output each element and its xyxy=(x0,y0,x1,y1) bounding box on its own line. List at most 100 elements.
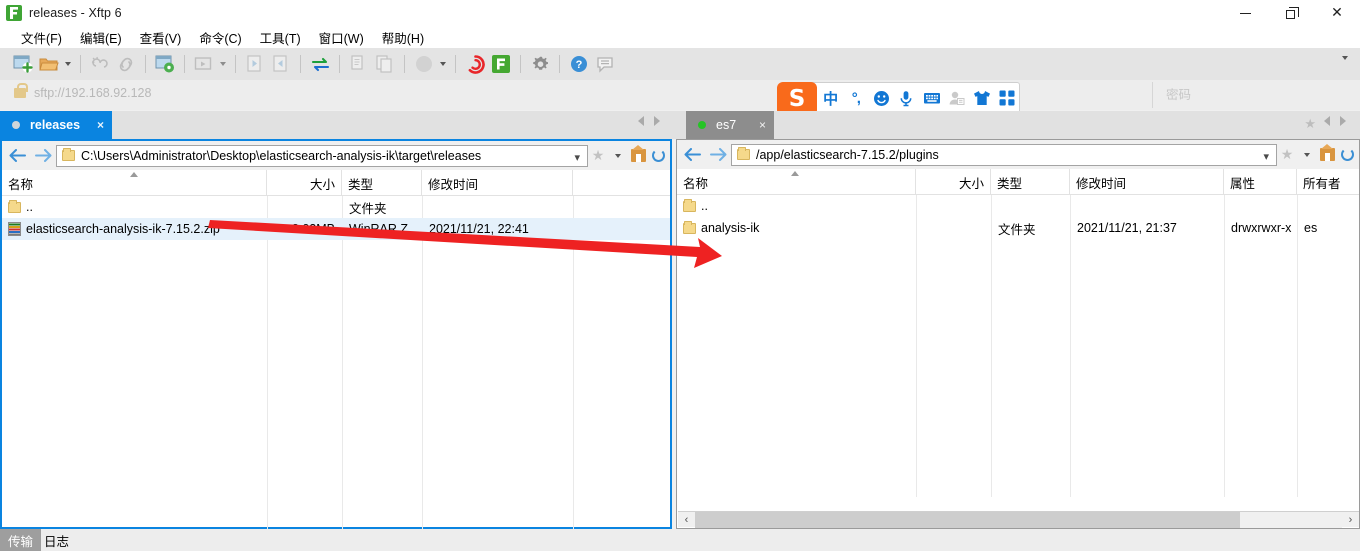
remote-file-panel: /app/elasticsearch-7.15.2/plugins ▾ ★ 名称… xyxy=(676,139,1360,529)
tshirt-icon[interactable] xyxy=(971,85,994,111)
tab-label: es7 xyxy=(716,118,737,132)
row-size-cell xyxy=(916,195,984,217)
grid-divider xyxy=(1070,195,1071,497)
bottom-tab-log[interactable]: 日志 xyxy=(36,529,77,551)
tab-releases[interactable]: releases × xyxy=(0,111,112,139)
remote-col-modified[interactable]: 修改时间 xyxy=(1070,169,1224,195)
sftp-url[interactable]: sftp://192.168.92.128 xyxy=(34,86,151,100)
close-button[interactable]: ✕ xyxy=(1314,0,1360,26)
transfer-chevron-down-icon[interactable] xyxy=(217,52,229,76)
remote-horizontal-scrollbar[interactable]: ‹ › xyxy=(678,511,1359,528)
menu-view[interactable]: 查看(V) xyxy=(131,26,191,49)
toolbar-separator xyxy=(404,55,405,73)
grid-icon[interactable] xyxy=(996,85,1019,111)
remote-path-input[interactable]: /app/elasticsearch-7.15.2/plugins ▾ xyxy=(731,143,1277,166)
menu-command[interactable]: 命令(C) xyxy=(190,26,250,49)
open-folder-icon[interactable] xyxy=(36,52,62,76)
local-col-size[interactable]: 大小 xyxy=(267,170,342,196)
local-back-icon[interactable] xyxy=(4,143,30,169)
remote-col-name[interactable]: 名称 xyxy=(677,169,916,195)
tab-scroll-right-icon[interactable] xyxy=(654,116,660,126)
remote-col-owner[interactable]: 所有者 xyxy=(1297,169,1359,195)
local-favorite-chevron-down-icon[interactable] xyxy=(608,143,628,169)
emoji-icon[interactable] xyxy=(870,85,893,111)
local-col-name[interactable]: 名称 xyxy=(2,170,267,196)
table-row[interactable]: .. xyxy=(677,195,1359,217)
remote-favorite-icon[interactable]: ★ xyxy=(1277,142,1297,168)
row-size-cell: 8.02MB xyxy=(291,222,335,236)
menu-window[interactable]: 窗口(W) xyxy=(310,26,373,49)
local-path-input[interactable]: C:\Users\Administrator\Desktop\elasticse… xyxy=(56,144,588,167)
menu-tools[interactable]: 工具(T) xyxy=(251,26,310,49)
new-session-icon[interactable] xyxy=(10,52,36,76)
sync-browse-icon[interactable] xyxy=(307,52,333,76)
local-col-type[interactable]: 类型 xyxy=(342,170,422,196)
toolbar-overflow-chevron-down-icon[interactable] xyxy=(1342,56,1348,78)
ime-punctuation-mode-icon[interactable]: °, xyxy=(844,85,867,111)
main-toolbar: ? xyxy=(0,48,1360,80)
sogou-ime-toolbar: S 中 °, xyxy=(777,82,1020,116)
folder-icon xyxy=(62,148,75,161)
menu-file[interactable]: 文件(F) xyxy=(12,26,71,49)
password-input[interactable] xyxy=(1160,82,1360,108)
remote-refresh-icon[interactable] xyxy=(1337,142,1357,168)
help-icon[interactable]: ? xyxy=(566,52,592,76)
xftp-icon[interactable] xyxy=(488,52,514,76)
user-icon[interactable] xyxy=(945,85,968,111)
close-icon: ✕ xyxy=(1331,5,1343,21)
feedback-icon[interactable] xyxy=(592,52,618,76)
toolbar-separator xyxy=(145,55,146,73)
maximize-button[interactable] xyxy=(1268,0,1314,26)
chevron-down-icon[interactable]: ▾ xyxy=(1263,150,1269,163)
row-name-cell: .. xyxy=(677,195,916,217)
table-row[interactable]: .. 文件夹 xyxy=(2,196,670,218)
keyboard-icon[interactable] xyxy=(920,85,943,111)
remote-back-icon[interactable] xyxy=(679,142,705,168)
scroll-left-icon[interactable]: ‹ xyxy=(678,512,695,528)
local-path-bar: C:\Users\Administrator\Desktop\elasticse… xyxy=(2,141,670,170)
microphone-icon[interactable] xyxy=(895,85,918,111)
theme-circle-icon[interactable] xyxy=(411,52,437,76)
open-folder-chevron-down-icon[interactable] xyxy=(62,52,74,76)
remote-favorite-chevron-down-icon[interactable] xyxy=(1297,142,1317,168)
tab-close-icon[interactable]: × xyxy=(759,118,766,132)
remote-col-type[interactable]: 类型 xyxy=(991,169,1070,195)
scrollbar-thumb[interactable] xyxy=(695,511,1240,528)
table-row[interactable]: elasticsearch-analysis-ik-7.15.2.zip 8.0… xyxy=(2,218,670,240)
scrollbar-track[interactable] xyxy=(695,511,1342,528)
menu-help[interactable]: 帮助(H) xyxy=(373,26,433,49)
local-col-modified[interactable]: 修改时间 xyxy=(422,170,573,196)
local-favorite-icon[interactable]: ★ xyxy=(588,143,608,169)
folder-icon xyxy=(737,147,750,160)
tab-scroll-left-icon[interactable] xyxy=(638,116,644,126)
row-modified-cell: 2021/11/21, 22:41 xyxy=(429,222,529,236)
remote-col-attr[interactable]: 属性 xyxy=(1224,169,1297,195)
table-row[interactable]: analysis-ik 文件夹 2021/11/21, 21:37 drwxrw… xyxy=(677,217,1359,239)
local-refresh-icon[interactable] xyxy=(648,143,668,169)
remote-tab-strip: es7 × ★ xyxy=(676,111,1360,139)
local-home-icon[interactable] xyxy=(628,143,648,169)
settings-gear-icon[interactable] xyxy=(527,52,553,76)
local-forward-icon[interactable] xyxy=(30,143,56,169)
tab-scroll-left-icon[interactable] xyxy=(1324,116,1330,126)
scroll-right-icon[interactable]: › xyxy=(1342,512,1359,528)
folder-icon xyxy=(683,220,696,234)
tab-favorite-icon[interactable]: ★ xyxy=(1304,116,1316,132)
xshell-icon[interactable] xyxy=(462,52,488,76)
chevron-down-icon[interactable]: ▾ xyxy=(574,151,580,164)
paste-icon xyxy=(372,52,398,76)
ime-chinese-mode-icon[interactable]: 中 xyxy=(819,85,842,111)
tab-close-icon[interactable]: × xyxy=(97,118,104,132)
toolbar-separator xyxy=(520,55,521,73)
remote-home-icon[interactable] xyxy=(1317,142,1337,168)
remote-forward-icon[interactable] xyxy=(705,142,731,168)
tab-es7[interactable]: es7 × xyxy=(686,111,774,139)
bottom-tab-transfer[interactable]: 传输 xyxy=(0,529,42,551)
remote-col-size[interactable]: 大小 xyxy=(916,169,991,195)
tab-scroll-right-icon[interactable] xyxy=(1340,116,1346,126)
theme-chevron-down-icon[interactable] xyxy=(437,52,449,76)
window-title: releases - Xftp 6 xyxy=(29,6,122,20)
menu-edit[interactable]: 编辑(E) xyxy=(71,26,131,49)
session-properties-icon[interactable] xyxy=(152,52,178,76)
minimize-button[interactable] xyxy=(1222,0,1268,26)
